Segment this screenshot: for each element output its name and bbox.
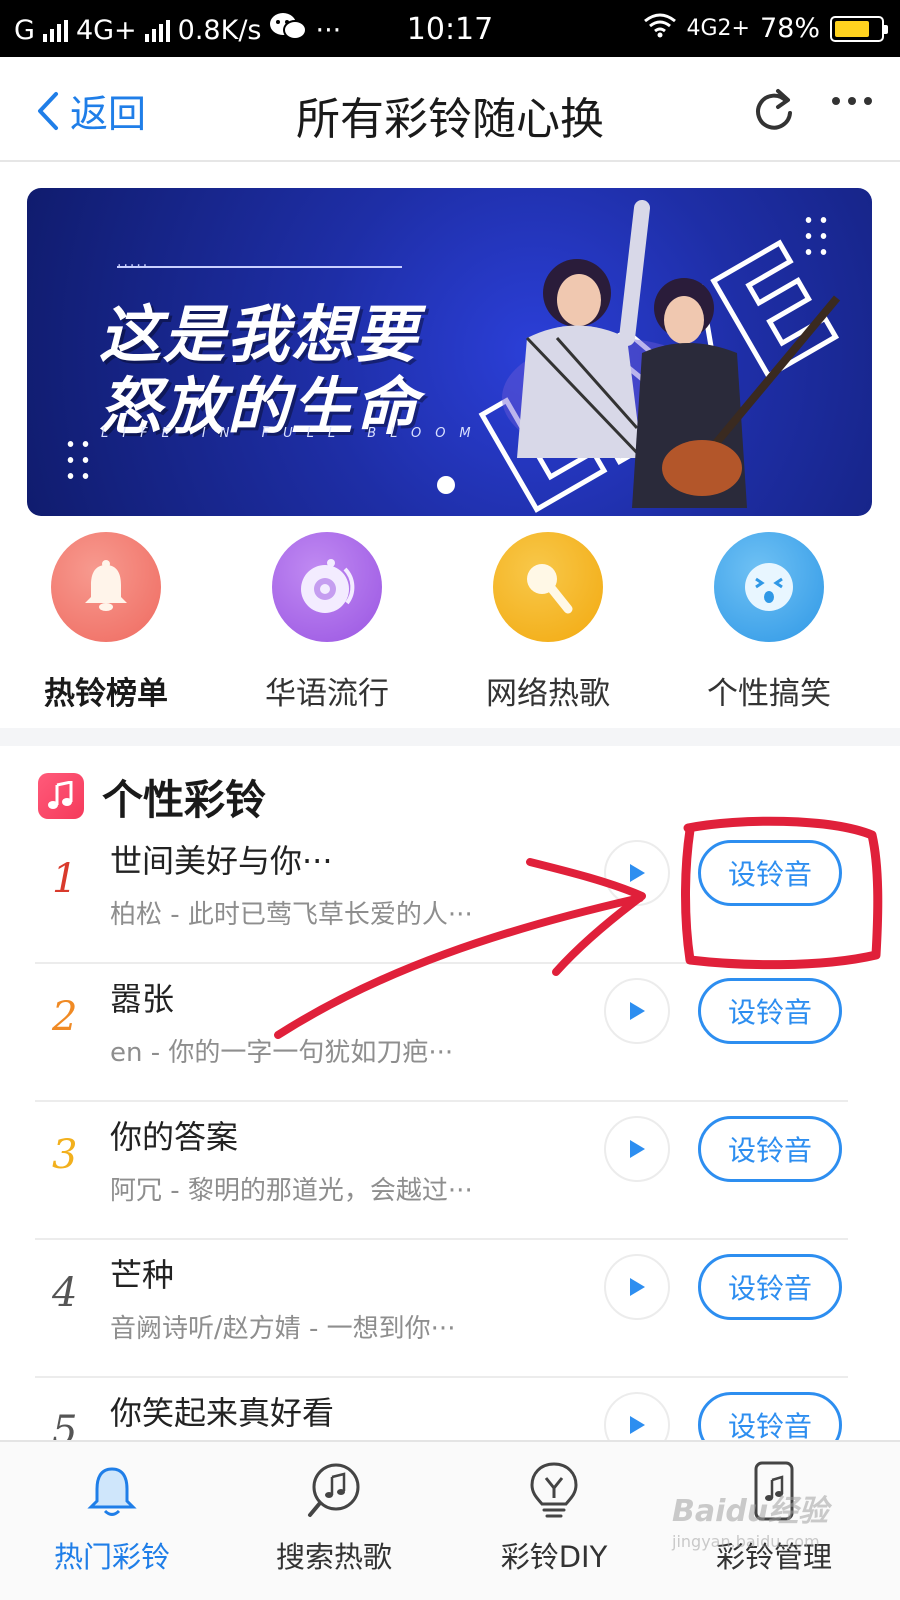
bell-icon <box>2 1456 222 1526</box>
banner-dot-grid <box>63 436 93 486</box>
song-description: 柏松 - 此时已莺飞草长爱的人··· <box>110 900 473 930</box>
song-title: 嚣张 <box>110 980 175 1018</box>
set-ringtone-button[interactable]: 设铃音 <box>698 978 842 1044</box>
banner-subtitle: LIFE IN FULL BLOOM <box>101 426 485 441</box>
rank-number: 1 <box>52 856 78 902</box>
play-button[interactable] <box>604 978 670 1044</box>
battery-percent: 78% <box>759 13 820 44</box>
more-options-button[interactable] <box>832 97 872 105</box>
refresh-icon <box>756 89 792 130</box>
tab-search-songs[interactable]: 搜索热歌 <box>224 1456 444 1576</box>
category-label: 网络热歌 <box>486 676 610 712</box>
tab-ringtone-management[interactable]: 彩铃管理 <box>664 1456 884 1576</box>
network-type-right: 4G2+ <box>686 16 750 41</box>
search-music-icon <box>224 1456 444 1526</box>
tab-label: 热门彩铃 <box>53 1540 170 1574</box>
set-ringtone-button[interactable]: 设铃音 <box>698 840 842 906</box>
tab-label: 彩铃管理 <box>715 1540 832 1574</box>
carousel-indicator <box>437 476 455 494</box>
category-label: 热铃榜单 <box>44 676 168 712</box>
category-funny[interactable]: 个性搞笑 <box>669 532 869 713</box>
play-icon <box>630 1278 645 1296</box>
tab-hot-ringtones[interactable]: 热门彩铃 <box>2 1456 222 1576</box>
play-icon <box>630 1002 645 1020</box>
play-icon <box>630 864 645 882</box>
category-chinese-pop[interactable]: 华语流行 <box>227 532 427 713</box>
rank-number: 3 <box>52 1132 78 1178</box>
section-title: 个性彩铃 <box>102 776 266 824</box>
refresh-button[interactable] <box>752 85 796 137</box>
list-item[interactable]: 2 嚣张 en - 你的一字一句犹如刀疤··· 设铃音 <box>0 964 900 1102</box>
set-ringtone-button[interactable]: 设铃音 <box>698 1254 842 1320</box>
song-title: 世间美好与你··· <box>110 842 333 880</box>
play-button[interactable] <box>604 1116 670 1182</box>
play-button[interactable] <box>604 840 670 906</box>
play-button[interactable] <box>604 1254 670 1320</box>
song-description: 音阙诗听/赵方婧 - 一想到你··· <box>110 1314 456 1344</box>
wifi-icon <box>643 12 677 45</box>
play-icon <box>630 1140 645 1158</box>
tab-ringtone-diy[interactable]: 彩铃DIY <box>444 1456 664 1576</box>
bottom-tab-bar: 热门彩铃 搜索热歌 彩铃DIY 彩铃管理 <box>0 1440 900 1600</box>
funny-face-icon <box>714 532 824 642</box>
song-title: 你的答案 <box>110 1118 239 1156</box>
song-description: en - 你的一字一句犹如刀疤··· <box>110 1038 454 1068</box>
status-bar: G 4G+ 0.8K/s ··· 10:17 4G2+ 78% <box>0 0 900 57</box>
play-icon <box>630 1416 645 1434</box>
song-title: 你笑起来真好看 <box>110 1394 335 1432</box>
section-divider <box>0 728 900 746</box>
battery-icon <box>830 15 888 42</box>
rank-number: 2 <box>52 994 78 1040</box>
ringtone-list: 1 世间美好与你··· 柏松 - 此时已莺飞草长爱的人··· 设铃音 2 嚣张 … <box>0 826 900 1516</box>
category-label: 华语流行 <box>265 676 389 712</box>
microphone-icon <box>493 532 603 642</box>
list-item[interactable]: 4 芒种 音阙诗听/赵方婧 - 一想到你··· 设铃音 <box>0 1240 900 1378</box>
list-item[interactable]: 1 世间美好与你··· 柏松 - 此时已莺飞草长爱的人··· 设铃音 <box>0 826 900 964</box>
tab-label: 彩铃DIY <box>500 1540 608 1574</box>
tab-label: 搜索热歌 <box>275 1540 392 1574</box>
banner-rule <box>117 266 402 268</box>
bell-icon <box>51 532 161 642</box>
song-description: 阿冗 - 黎明的那道光，会越过··· <box>110 1176 473 1206</box>
rank-number: 4 <box>52 1270 78 1316</box>
music-note-icon <box>38 773 84 819</box>
category-label: 个性搞笑 <box>707 676 831 712</box>
disc-icon <box>272 532 382 642</box>
navigation-bar: 返回 所有彩铃随心换 <box>0 57 900 162</box>
category-hot-ringtones[interactable]: 热铃榜单 <box>6 532 206 713</box>
song-title: 芒种 <box>110 1256 175 1294</box>
category-grid: 热铃榜单 华语流行 网络热歌 个性搞笑 <box>0 532 900 728</box>
bulb-icon <box>444 1456 664 1526</box>
list-item[interactable]: 3 你的答案 阿冗 - 黎明的那道光，会越过··· 设铃音 <box>0 1102 900 1240</box>
banner-performers-image: LIVE <box>453 200 866 516</box>
section-header: 个性彩铃 <box>38 766 266 826</box>
set-ringtone-button[interactable]: 设铃音 <box>698 1116 842 1182</box>
phone-music-icon <box>664 1456 884 1526</box>
promo-banner[interactable]: ····· 这是我想要 怒放的生命 LIFE IN FULL BLOOM LIV… <box>27 188 872 516</box>
category-internet-hits[interactable]: 网络热歌 <box>448 532 648 713</box>
